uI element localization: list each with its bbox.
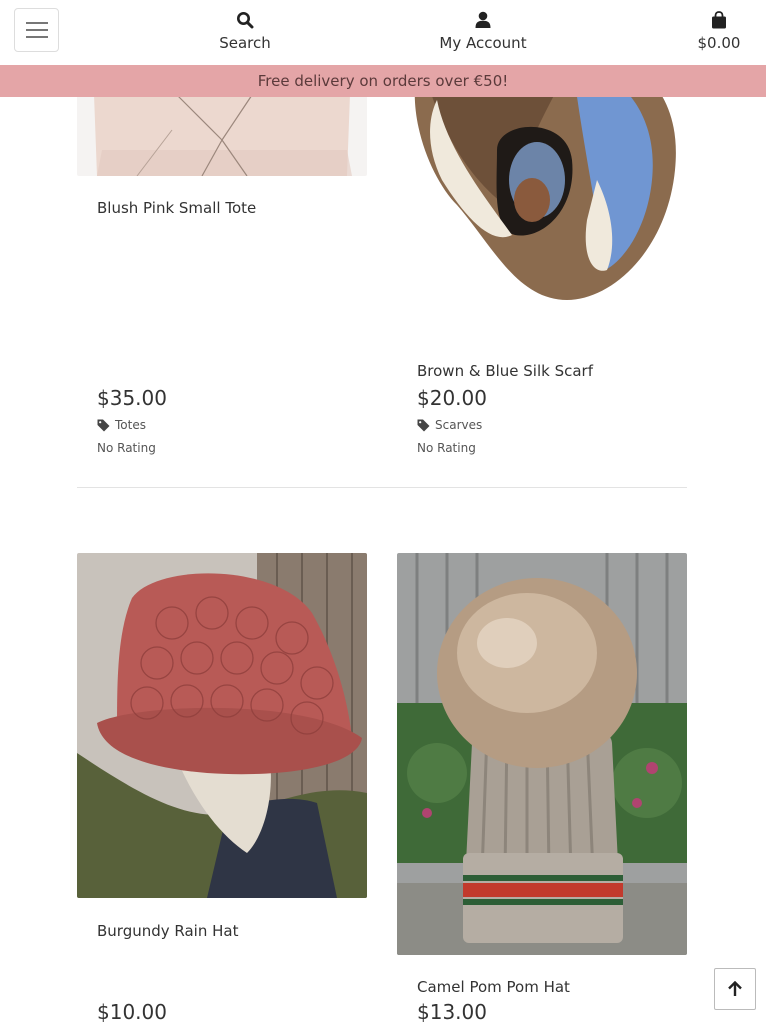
- promo-banner: Free delivery on orders over €50!: [0, 65, 766, 97]
- product-rating: No Rating: [97, 441, 156, 455]
- site-header: Search My Account $0.00: [0, 0, 766, 65]
- product-title[interactable]: Blush Pink Small Tote: [97, 199, 256, 217]
- product-category[interactable]: Scarves: [417, 418, 482, 432]
- promo-banner-text: Free delivery on orders over €50!: [257, 72, 509, 90]
- product-price: $35.00: [97, 386, 167, 410]
- nav-account[interactable]: My Account: [428, 10, 538, 52]
- nav-search-label: Search: [219, 34, 271, 52]
- arrow-up-icon: [728, 981, 742, 996]
- tag-icon: [417, 419, 430, 431]
- search-icon: [237, 12, 254, 29]
- cart-total: $0.00: [697, 34, 741, 52]
- shopping-bag-icon: [712, 11, 726, 29]
- back-to-top-button[interactable]: [714, 968, 756, 1010]
- nav-search[interactable]: Search: [205, 10, 285, 52]
- product-rating: No Rating: [417, 441, 476, 455]
- product-category[interactable]: Totes: [97, 418, 146, 432]
- tag-icon: [97, 419, 110, 431]
- row-divider: [77, 487, 687, 488]
- nav-account-label: My Account: [439, 34, 527, 52]
- hamburger-icon: [25, 22, 48, 24]
- product-category-label: Totes: [115, 418, 146, 432]
- nav-cart[interactable]: $0.00: [684, 10, 754, 52]
- product-price: $10.00: [97, 1000, 167, 1024]
- product-title[interactable]: Brown & Blue Silk Scarf: [417, 362, 593, 380]
- product-image[interactable]: [397, 553, 687, 955]
- product-title[interactable]: Burgundy Rain Hat: [97, 922, 238, 940]
- menu-toggle-button[interactable]: [14, 8, 59, 52]
- product-price: $13.00: [417, 1000, 487, 1024]
- user-icon: [475, 11, 491, 28]
- product-category-label: Scarves: [435, 418, 483, 432]
- product-price: $20.00: [417, 386, 487, 410]
- product-title[interactable]: Camel Pom Pom Hat: [417, 978, 570, 996]
- product-image[interactable]: [77, 553, 367, 898]
